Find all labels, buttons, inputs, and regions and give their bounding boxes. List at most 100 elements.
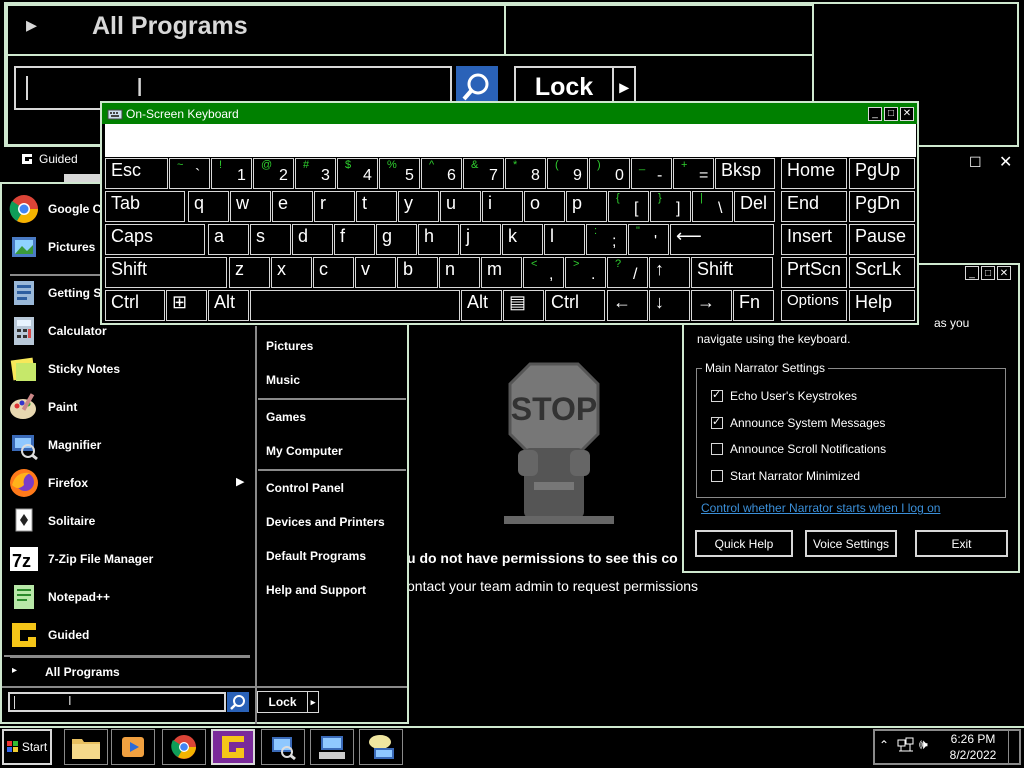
taskbar-guided[interactable] — [211, 729, 255, 765]
key-shift[interactable]: Shift — [105, 257, 227, 288]
program-item[interactable]: Notepad++ — [8, 578, 110, 616]
right-link-my-computer[interactable]: My Computer — [266, 444, 343, 458]
key-caps[interactable]: Caps — [105, 224, 205, 255]
key-6[interactable]: ^ 6 — [421, 158, 462, 189]
key-bksp[interactable]: Bksp — [715, 158, 775, 189]
key-k[interactable]: k — [502, 224, 543, 255]
key-u[interactable]: u — [440, 191, 481, 222]
key-space[interactable] — [250, 290, 460, 321]
key-1[interactable]: ! 1 — [211, 158, 252, 189]
key-symbol[interactable]: ⟵ — [670, 224, 774, 255]
key-home[interactable]: Home — [781, 158, 847, 189]
key-symbol[interactable]: ~ ` — [169, 158, 210, 189]
program-item[interactable]: 7z 7-Zip File Manager — [8, 540, 153, 578]
key-ctrl[interactable]: Ctrl — [545, 290, 605, 321]
key-4[interactable]: $4 — [337, 158, 378, 189]
taskbar-explorer[interactable] — [64, 729, 108, 765]
key-r[interactable]: r — [314, 191, 355, 222]
key-pgup[interactable]: PgUp — [849, 158, 915, 189]
key-alt[interactable]: Alt — [461, 290, 502, 321]
key-prtscn[interactable]: PrtScn — [781, 257, 847, 288]
key-symbol[interactable]: ↓ — [649, 290, 690, 321]
key-insert[interactable]: Insert — [781, 224, 847, 255]
start-minimized-checkbox[interactable]: Start Narrator Minimized — [711, 469, 860, 483]
key-x[interactable]: x — [271, 257, 312, 288]
program-item[interactable]: Sticky Notes — [8, 350, 120, 388]
key-3[interactable]: #3 — [295, 158, 336, 189]
start-lock-control[interactable]: Lock ▸ — [257, 691, 319, 713]
exit-button[interactable]: Exit — [915, 530, 1008, 557]
minimize-icon[interactable]: _ — [868, 106, 882, 121]
key-alt[interactable]: Alt — [208, 290, 249, 321]
key-symbol[interactable]: " ' — [628, 224, 669, 255]
key-l[interactable]: l — [544, 224, 585, 255]
maximize-icon[interactable]: □ — [981, 266, 995, 280]
volume-icon[interactable]: 🕪 — [919, 736, 928, 753]
close-icon[interactable]: ✕ — [999, 152, 1012, 172]
key-shift[interactable]: Shift — [691, 257, 773, 288]
key-symbol[interactable]: >. — [565, 257, 606, 288]
close-icon[interactable]: ✕ — [997, 266, 1011, 280]
program-item[interactable]: Solitaire — [8, 502, 95, 540]
clock-time[interactable]: 6:26 PM — [946, 732, 1000, 746]
key-symbol[interactable]: }] — [650, 191, 691, 222]
key-a[interactable]: a — [208, 224, 249, 255]
right-link-games[interactable]: Games — [266, 410, 306, 424]
clock-date[interactable]: 8/2/2022 — [946, 748, 1000, 762]
key-ctrl[interactable]: Ctrl — [105, 290, 165, 321]
key-pause[interactable]: Pause — [849, 224, 915, 255]
right-link-music[interactable]: Music — [266, 373, 300, 387]
program-item[interactable]: Google C — [8, 190, 101, 228]
right-link-pictures[interactable]: Pictures — [266, 339, 313, 353]
key-symbol[interactable]: ⊞ — [166, 290, 207, 321]
key-d[interactable]: d — [292, 224, 333, 255]
key-symbol[interactable]: ← — [607, 290, 648, 321]
checkbox-unchecked[interactable] — [711, 470, 723, 482]
key-del[interactable]: Del — [734, 191, 775, 222]
quick-help-button[interactable]: Quick Help — [695, 530, 793, 557]
program-item[interactable]: Calculator — [8, 312, 107, 350]
key-b[interactable]: b — [397, 257, 438, 288]
checkbox-checked[interactable] — [711, 388, 723, 402]
key-symbol[interactable]: :; — [586, 224, 627, 255]
right-link-default-programs[interactable]: Default Programs — [266, 549, 366, 563]
announce-system-messages-checkbox[interactable]: Announce System Messages — [711, 415, 885, 430]
right-link-devices-printers[interactable]: Devices and Printers — [266, 515, 385, 529]
program-item[interactable]: Firefox — [8, 464, 88, 502]
key-7[interactable]: & 7 — [463, 158, 504, 189]
key-m[interactable]: m — [481, 257, 522, 288]
key-tab[interactable]: Tab — [105, 191, 185, 222]
key-j[interactable]: j — [460, 224, 501, 255]
program-item[interactable]: Getting S — [8, 274, 101, 312]
narrator-logon-link[interactable]: Control whether Narrator starts when I l… — [701, 501, 940, 515]
mag-all-programs-row[interactable]: ▸ All Programs — [6, 4, 506, 56]
minimize-icon[interactable]: _ — [965, 266, 979, 280]
key-i[interactable]: i — [482, 191, 523, 222]
lock-button[interactable]: Lock — [258, 692, 307, 712]
key-esc[interactable]: Esc — [105, 158, 168, 189]
program-item[interactable]: Guided — [8, 616, 89, 654]
key-symbol[interactable]: _ - — [631, 158, 672, 189]
key-q[interactable]: q — [188, 191, 229, 222]
key-help[interactable]: Help — [849, 290, 915, 321]
key-symbol[interactable]: + = — [673, 158, 714, 189]
start-search-button[interactable] — [227, 692, 249, 712]
key-o[interactable]: o — [524, 191, 565, 222]
all-programs-link[interactable]: All Programs — [45, 665, 120, 679]
checkbox-checked[interactable] — [711, 415, 723, 429]
key-v[interactable]: v — [355, 257, 396, 288]
key-symbol[interactable]: <, — [523, 257, 564, 288]
key-t[interactable]: t — [356, 191, 397, 222]
show-hidden-icons-icon[interactable]: ⌃ — [879, 738, 889, 752]
key-symbol[interactable]: ↑ — [649, 257, 690, 288]
taskbar-on-screen-keyboard[interactable] — [310, 729, 354, 765]
key-end[interactable]: End — [781, 191, 847, 222]
key-symbol[interactable]: {[ — [608, 191, 649, 222]
key-p[interactable]: p — [566, 191, 607, 222]
key-e[interactable]: e — [272, 191, 313, 222]
announce-scroll-checkbox[interactable]: Announce Scroll Notifications — [711, 442, 886, 456]
key-symbol[interactable]: | \ — [692, 191, 733, 222]
start-search-input[interactable]: I — [8, 692, 226, 712]
key-g[interactable]: g — [376, 224, 417, 255]
key-h[interactable]: h — [418, 224, 459, 255]
